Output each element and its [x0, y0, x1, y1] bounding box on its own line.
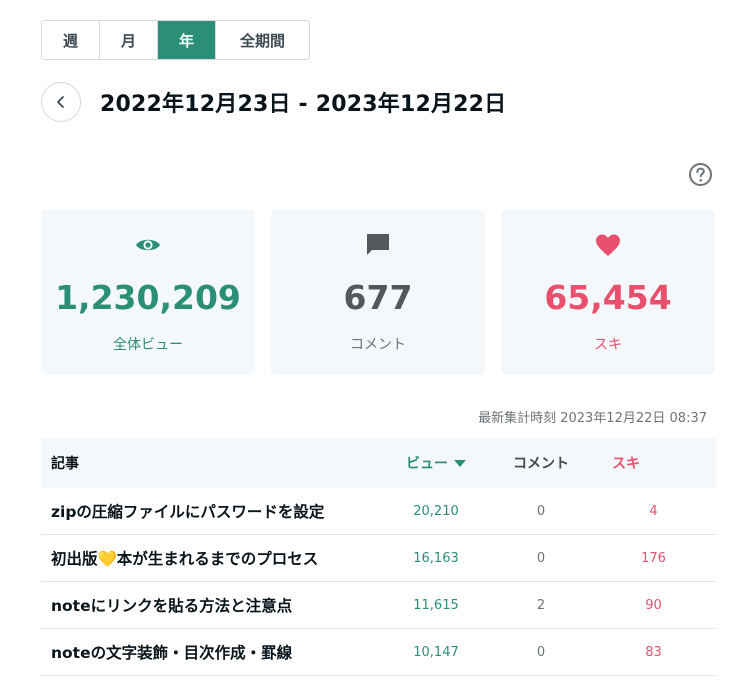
sort-descending-icon	[454, 459, 466, 467]
comments-stat-card: 677 コメント	[271, 210, 485, 375]
article-likes: 83	[645, 644, 662, 660]
previous-period-button[interactable]	[41, 82, 81, 122]
total-likes-label: スキ	[594, 337, 622, 353]
likes-stat-card: 65,454 スキ	[501, 210, 715, 375]
date-range: 2022年12月23日 - 2023年12月22日	[100, 92, 507, 117]
header-likes[interactable]: スキ	[591, 453, 716, 473]
article-likes: 4	[649, 503, 658, 519]
last-updated-text: 最新集計時刻 2023年12月22日 08:37	[478, 411, 707, 426]
total-likes-value: 65,454	[544, 278, 672, 317]
article-comments: 0	[536, 644, 546, 660]
article-title-link[interactable]: noteにリンクを貼る方法と注意点	[41, 594, 381, 616]
total-views-value: 1,230,209	[55, 278, 241, 317]
total-views-label: 全体ビュー	[113, 337, 183, 353]
tab-year[interactable]: 年	[158, 21, 216, 59]
article-comments: 0	[536, 550, 546, 566]
comment-icon	[367, 234, 389, 255]
article-title-link[interactable]: noteの文字装飾・目次作成・罫線	[41, 641, 381, 663]
article-views: 10,147	[413, 644, 459, 660]
header-comments[interactable]: コメント	[491, 453, 591, 473]
table-row: zipの圧縮ファイルにパスワードを設定 20,210 0 4	[41, 488, 716, 535]
article-title-link[interactable]: zipの圧縮ファイルにパスワードを設定	[41, 500, 381, 522]
header-views-sort[interactable]: ビュー	[381, 453, 491, 473]
header-article: 記事	[51, 456, 79, 472]
table-row: 初出版💛本が生まれるまでのプロセス 16,163 0 176	[41, 535, 716, 582]
heart-icon	[596, 234, 620, 256]
question-circle-icon[interactable]	[688, 162, 713, 187]
header-views-label: ビュー	[406, 456, 448, 472]
article-likes: 90	[645, 597, 662, 613]
article-title-link[interactable]: 初出版💛本が生まれるまでのプロセス	[41, 547, 381, 569]
total-comments-value: 677	[343, 278, 413, 317]
article-comments: 2	[536, 597, 546, 613]
table-row: noteの文字装飾・目次作成・罫線 10,147 0 83	[41, 629, 716, 676]
chevron-left-icon	[57, 96, 64, 108]
tab-all-time[interactable]: 全期間	[216, 21, 309, 59]
table-row: noteにリンクを貼る方法と注意点 11,615 2 90	[41, 582, 716, 629]
article-views: 20,210	[413, 503, 459, 519]
eye-icon	[136, 239, 160, 251]
total-comments-label: コメント	[350, 337, 406, 353]
article-likes: 176	[641, 550, 666, 566]
article-comments: 0	[536, 503, 546, 519]
article-views: 11,615	[413, 597, 459, 613]
article-views: 16,163	[413, 550, 459, 566]
article-stats-table: 記事 ビュー コメント スキ zipの圧縮ファイルにパスワードを設定 20,21…	[41, 438, 716, 676]
views-stat-card: 1,230,209 全体ビュー	[41, 210, 255, 375]
tab-week[interactable]: 週	[42, 21, 100, 59]
tab-month[interactable]: 月	[100, 21, 158, 59]
period-tabs: 週 月 年 全期間	[41, 20, 310, 60]
table-header: 記事 ビュー コメント スキ	[41, 438, 716, 488]
